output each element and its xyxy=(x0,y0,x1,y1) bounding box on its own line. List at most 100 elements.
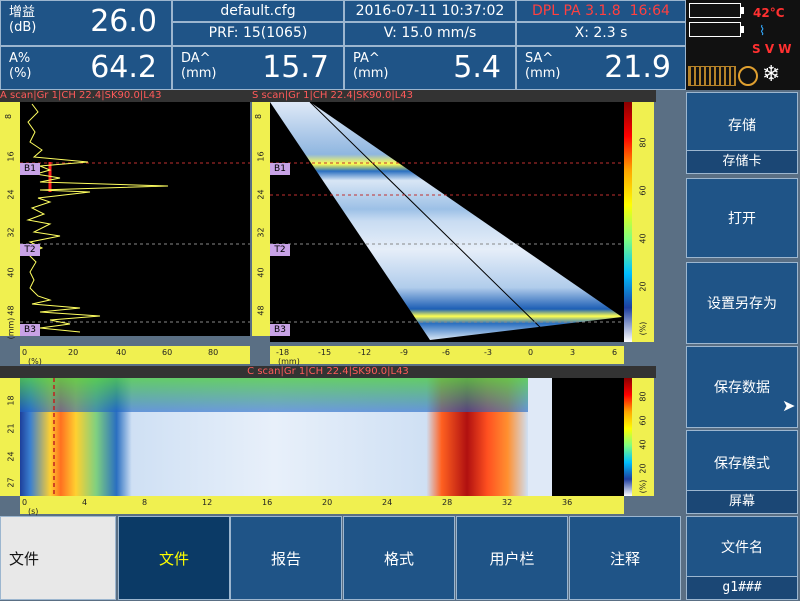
svw-indicator: S V W xyxy=(752,42,792,56)
ascan-y-tick: 24 xyxy=(6,189,16,200)
cscan-x-tick: 32 xyxy=(502,498,513,507)
sscan-scale-tick: 80 xyxy=(638,137,648,148)
velocity-readout[interactable]: V: 15.0 mm/s xyxy=(344,22,516,46)
cscan-cursor xyxy=(53,378,55,496)
save-mode-label: 保存模式 xyxy=(714,456,770,472)
cscan-scale-tick: 40 xyxy=(638,439,648,450)
cscan-title: C scan|Gr 1|CH 22.4|SK90.0|L43 xyxy=(0,366,656,378)
prf-readout[interactable]: PRF: 15(1065) xyxy=(172,22,344,46)
cscan-scale-tick: 20 xyxy=(638,463,648,474)
ascan-x-unit: (%) xyxy=(28,357,42,366)
sscan-x-ruler: -18 -15 -12 -9 -6 -3 0 3 6 (mm) xyxy=(270,346,624,366)
sscan-x-tick: 6 xyxy=(612,348,618,357)
ascan-waveform xyxy=(20,103,250,333)
sscan-x-tick: 3 xyxy=(570,348,576,357)
sscan-y-tick: 40 xyxy=(256,267,266,278)
gain-value: 26.0 xyxy=(90,4,157,39)
cscan-x-tick: 16 xyxy=(262,498,273,507)
sscan-plot[interactable]: B1 T2 B3 xyxy=(270,101,624,342)
sscan-marker-b1[interactable]: B1 xyxy=(270,163,290,175)
marker-b3[interactable]: B3 xyxy=(20,324,40,336)
cscan-color-scale xyxy=(624,378,632,496)
cscan-x-tick: 24 xyxy=(382,498,393,507)
save-button[interactable]: 存储 存储卡 xyxy=(686,92,798,174)
sscan-x-tick: -9 xyxy=(400,348,408,357)
x-position-readout[interactable]: X: 2.3 s xyxy=(516,22,686,46)
sscan-color-scale xyxy=(624,102,632,342)
cscan-scale-unit: (%) xyxy=(638,479,648,494)
status-area: 42°C ⌇ S V W ❄ xyxy=(686,0,800,90)
ascan-y-tick: 32 xyxy=(6,227,16,238)
sa-readout[interactable]: SA^ (mm) 21.9 xyxy=(516,46,686,90)
cscan-x-unit: (s) xyxy=(28,507,39,516)
pa-value: 5.4 xyxy=(453,50,501,85)
marker-t2[interactable]: T2 xyxy=(20,244,40,256)
cscan-y-tick: 27 xyxy=(6,477,16,488)
ascan-plot[interactable]: B1 T2 B3 xyxy=(20,102,250,336)
tab-user-field[interactable]: 用户栏 xyxy=(456,516,568,600)
sa-label: SA^ (mm) xyxy=(525,51,561,81)
marker-b1[interactable]: B1 xyxy=(20,163,40,175)
save-label: 存储 xyxy=(728,118,756,134)
filename-label: 文件名 xyxy=(721,540,763,556)
signal-icon: ⌇ xyxy=(759,24,766,39)
ascan-y-tick: 48 xyxy=(6,305,16,316)
da-readout[interactable]: DA^ (mm) 15.7 xyxy=(172,46,344,90)
battery-1-tip xyxy=(741,7,744,14)
battery-2-icon xyxy=(689,22,741,37)
sscan-x-tick: -18 xyxy=(276,348,290,357)
tab-file[interactable]: 文件 xyxy=(118,516,230,600)
gain-readout[interactable]: 增益 (dB) 26.0 xyxy=(0,0,172,46)
save-target: 存储卡 xyxy=(687,150,797,173)
sscan-marker-t2[interactable]: T2 xyxy=(270,244,290,256)
sscan-x-tick: -15 xyxy=(318,348,332,357)
ascan-y-ruler: 8 16 24 32 40 48 (mm) xyxy=(0,102,20,339)
save-mode-value: 屏幕 xyxy=(687,490,797,513)
pa-readout[interactable]: PA^ (mm) 5.4 xyxy=(344,46,516,90)
sscan-marker-b3[interactable]: B3 xyxy=(270,324,290,336)
ascan-y-unit: (mm) xyxy=(6,317,16,340)
ascan-title: A scan|Gr 1|CH 22.4|SK90.0|L43 xyxy=(0,90,252,102)
sscan-scale-tick: 60 xyxy=(638,185,648,196)
clock-icon xyxy=(738,66,758,86)
ascan-y-tick: 16 xyxy=(6,151,16,162)
sscan-y-tick: 8 xyxy=(254,113,264,120)
tab-report[interactable]: 报告 xyxy=(230,516,342,600)
cscan-scale-tick: 80 xyxy=(638,391,648,402)
cscan-x-tick: 0 xyxy=(22,498,28,507)
cscan-x-tick: 36 xyxy=(562,498,573,507)
sscan-scale-tick: 20 xyxy=(638,281,648,292)
snowflake-icon[interactable]: ❄ xyxy=(762,62,780,87)
datetime: 2016-07-11 10:37:02 xyxy=(344,0,516,22)
battery-2-tip xyxy=(741,26,744,33)
cscan-plot[interactable] xyxy=(20,378,624,496)
menu-file[interactable]: 文件 xyxy=(0,516,116,600)
tab-format[interactable]: 格式 xyxy=(343,516,455,600)
save-data-button[interactable]: 保存数据 xyxy=(686,346,798,428)
gain-label: 增益 (dB) xyxy=(9,5,37,35)
config-file-name[interactable]: default.cfg xyxy=(172,0,344,22)
ascan-x-tick: 80 xyxy=(208,348,219,357)
sscan-image xyxy=(270,101,624,340)
sscan-y-tick: 16 xyxy=(256,151,266,162)
keyboard-icon[interactable] xyxy=(688,66,736,86)
cscan-scale-tick: 60 xyxy=(638,415,648,426)
amplitude-readout[interactable]: A% (%) 64.2 xyxy=(0,46,172,90)
pa-label: PA^ (mm) xyxy=(353,51,389,81)
sscan-title: S scan|Gr 1|CH 22.4|SK90.0|L43 xyxy=(252,90,656,102)
tab-annotation[interactable]: 注释 xyxy=(569,516,681,600)
battery-1-icon xyxy=(689,3,741,18)
filename-button[interactable]: 文件名 g1### xyxy=(686,516,798,600)
cscan-y-ruler: 18 21 24 27 xyxy=(0,378,20,496)
sscan-y-tick: 24 xyxy=(256,189,266,200)
save-mode-button[interactable]: 保存模式 屏幕 xyxy=(686,430,798,514)
save-settings-as-button[interactable]: 设置另存为 xyxy=(686,262,798,344)
sscan-scale-ruler: 80 60 40 20 (%) xyxy=(632,102,654,342)
cscan-y-tick: 21 xyxy=(6,423,16,434)
ascan-x-ruler: 0 20 40 60 80 (%) xyxy=(20,346,250,366)
sa-value: 21.9 xyxy=(604,50,671,85)
ascan-y-tick: 8 xyxy=(4,113,14,120)
temperature: 42°C xyxy=(753,6,785,20)
cscan-x-tick: 20 xyxy=(322,498,333,507)
open-button[interactable]: 打开 xyxy=(686,178,798,258)
